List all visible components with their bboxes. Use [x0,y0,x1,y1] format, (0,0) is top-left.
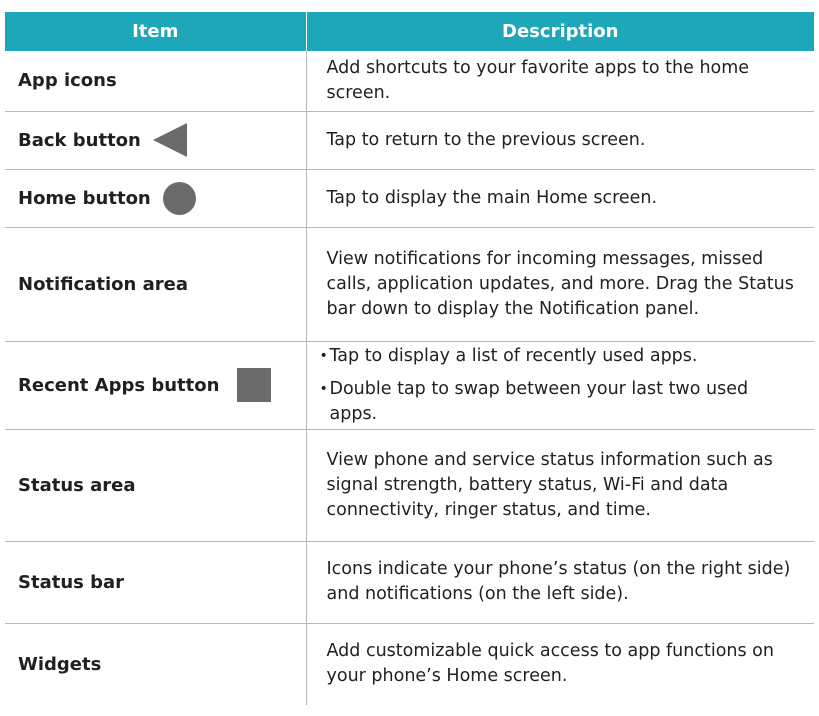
description-cell: Tap to display the main Home screen. [306,169,814,228]
description-cell: Icons indicate your phone’s status (on t… [306,541,814,624]
bullet-text: Double tap to swap between your last two… [329,378,749,424]
description-cell: Tap to return to the previous screen. [306,111,814,170]
description-cell: Add shortcuts to your favorite apps to t… [306,51,814,112]
item-label: Back button [18,129,141,151]
item-label: Home button [18,187,151,209]
back-triangle-icon [152,123,187,157]
item-label: Status bar [18,571,125,593]
table-header-row: Item Description [5,12,814,51]
reference-table: Item Description App icons Add shortcuts… [5,12,814,705]
table-row: App icons Add shortcuts to your favorite… [5,51,814,112]
description-cell: View notifications for incoming messages… [306,227,814,342]
bullet-dot-icon: • [319,380,328,397]
table-row: Back button Tap to return to the previou… [5,111,814,170]
header-item: Item [5,12,307,51]
item-label: Notification area [18,273,188,295]
bullet-item: • Tap to display a list of recently used… [320,344,795,369]
table-row: Notification area View notifications for… [5,227,814,342]
item-label: App icons [18,70,117,92]
bullet-item: • Double tap to swap between your last t… [320,377,795,427]
item-label: Widgets [18,653,102,675]
description-cell: • Tap to display a list of recently used… [306,341,814,430]
item-cell: Status bar [5,541,307,624]
table-row: Status area View phone and service statu… [5,429,814,542]
table-row: Recent Apps button • Tap to display a li… [5,341,814,430]
table-row: Status bar Icons indicate your phone’s s… [5,541,814,624]
item-label: Status area [18,474,136,496]
item-cell: Home button [5,169,307,228]
description-cell: View phone and service status informatio… [306,429,814,542]
bullet-text: Tap to display a list of recently used a… [329,345,698,366]
table-row: Home button Tap to display the main Home… [5,169,814,228]
item-cell: Back button [5,111,307,170]
header-description: Description [306,12,814,51]
item-cell: Widgets [5,623,307,705]
description-cell: Add customizable quick access to app fun… [326,641,774,687]
bullet-dot-icon: • [319,347,328,364]
item-cell: Notification area [5,227,307,342]
item-cell: Status area [5,429,307,542]
recent-square-icon [237,368,272,402]
item-cell: App icons [5,51,307,112]
table-row: Widgets Add customizable quick access to… [5,623,814,705]
item-label: Recent Apps button [18,374,220,396]
home-circle-icon [162,181,196,215]
item-cell: Recent Apps button [5,341,307,430]
